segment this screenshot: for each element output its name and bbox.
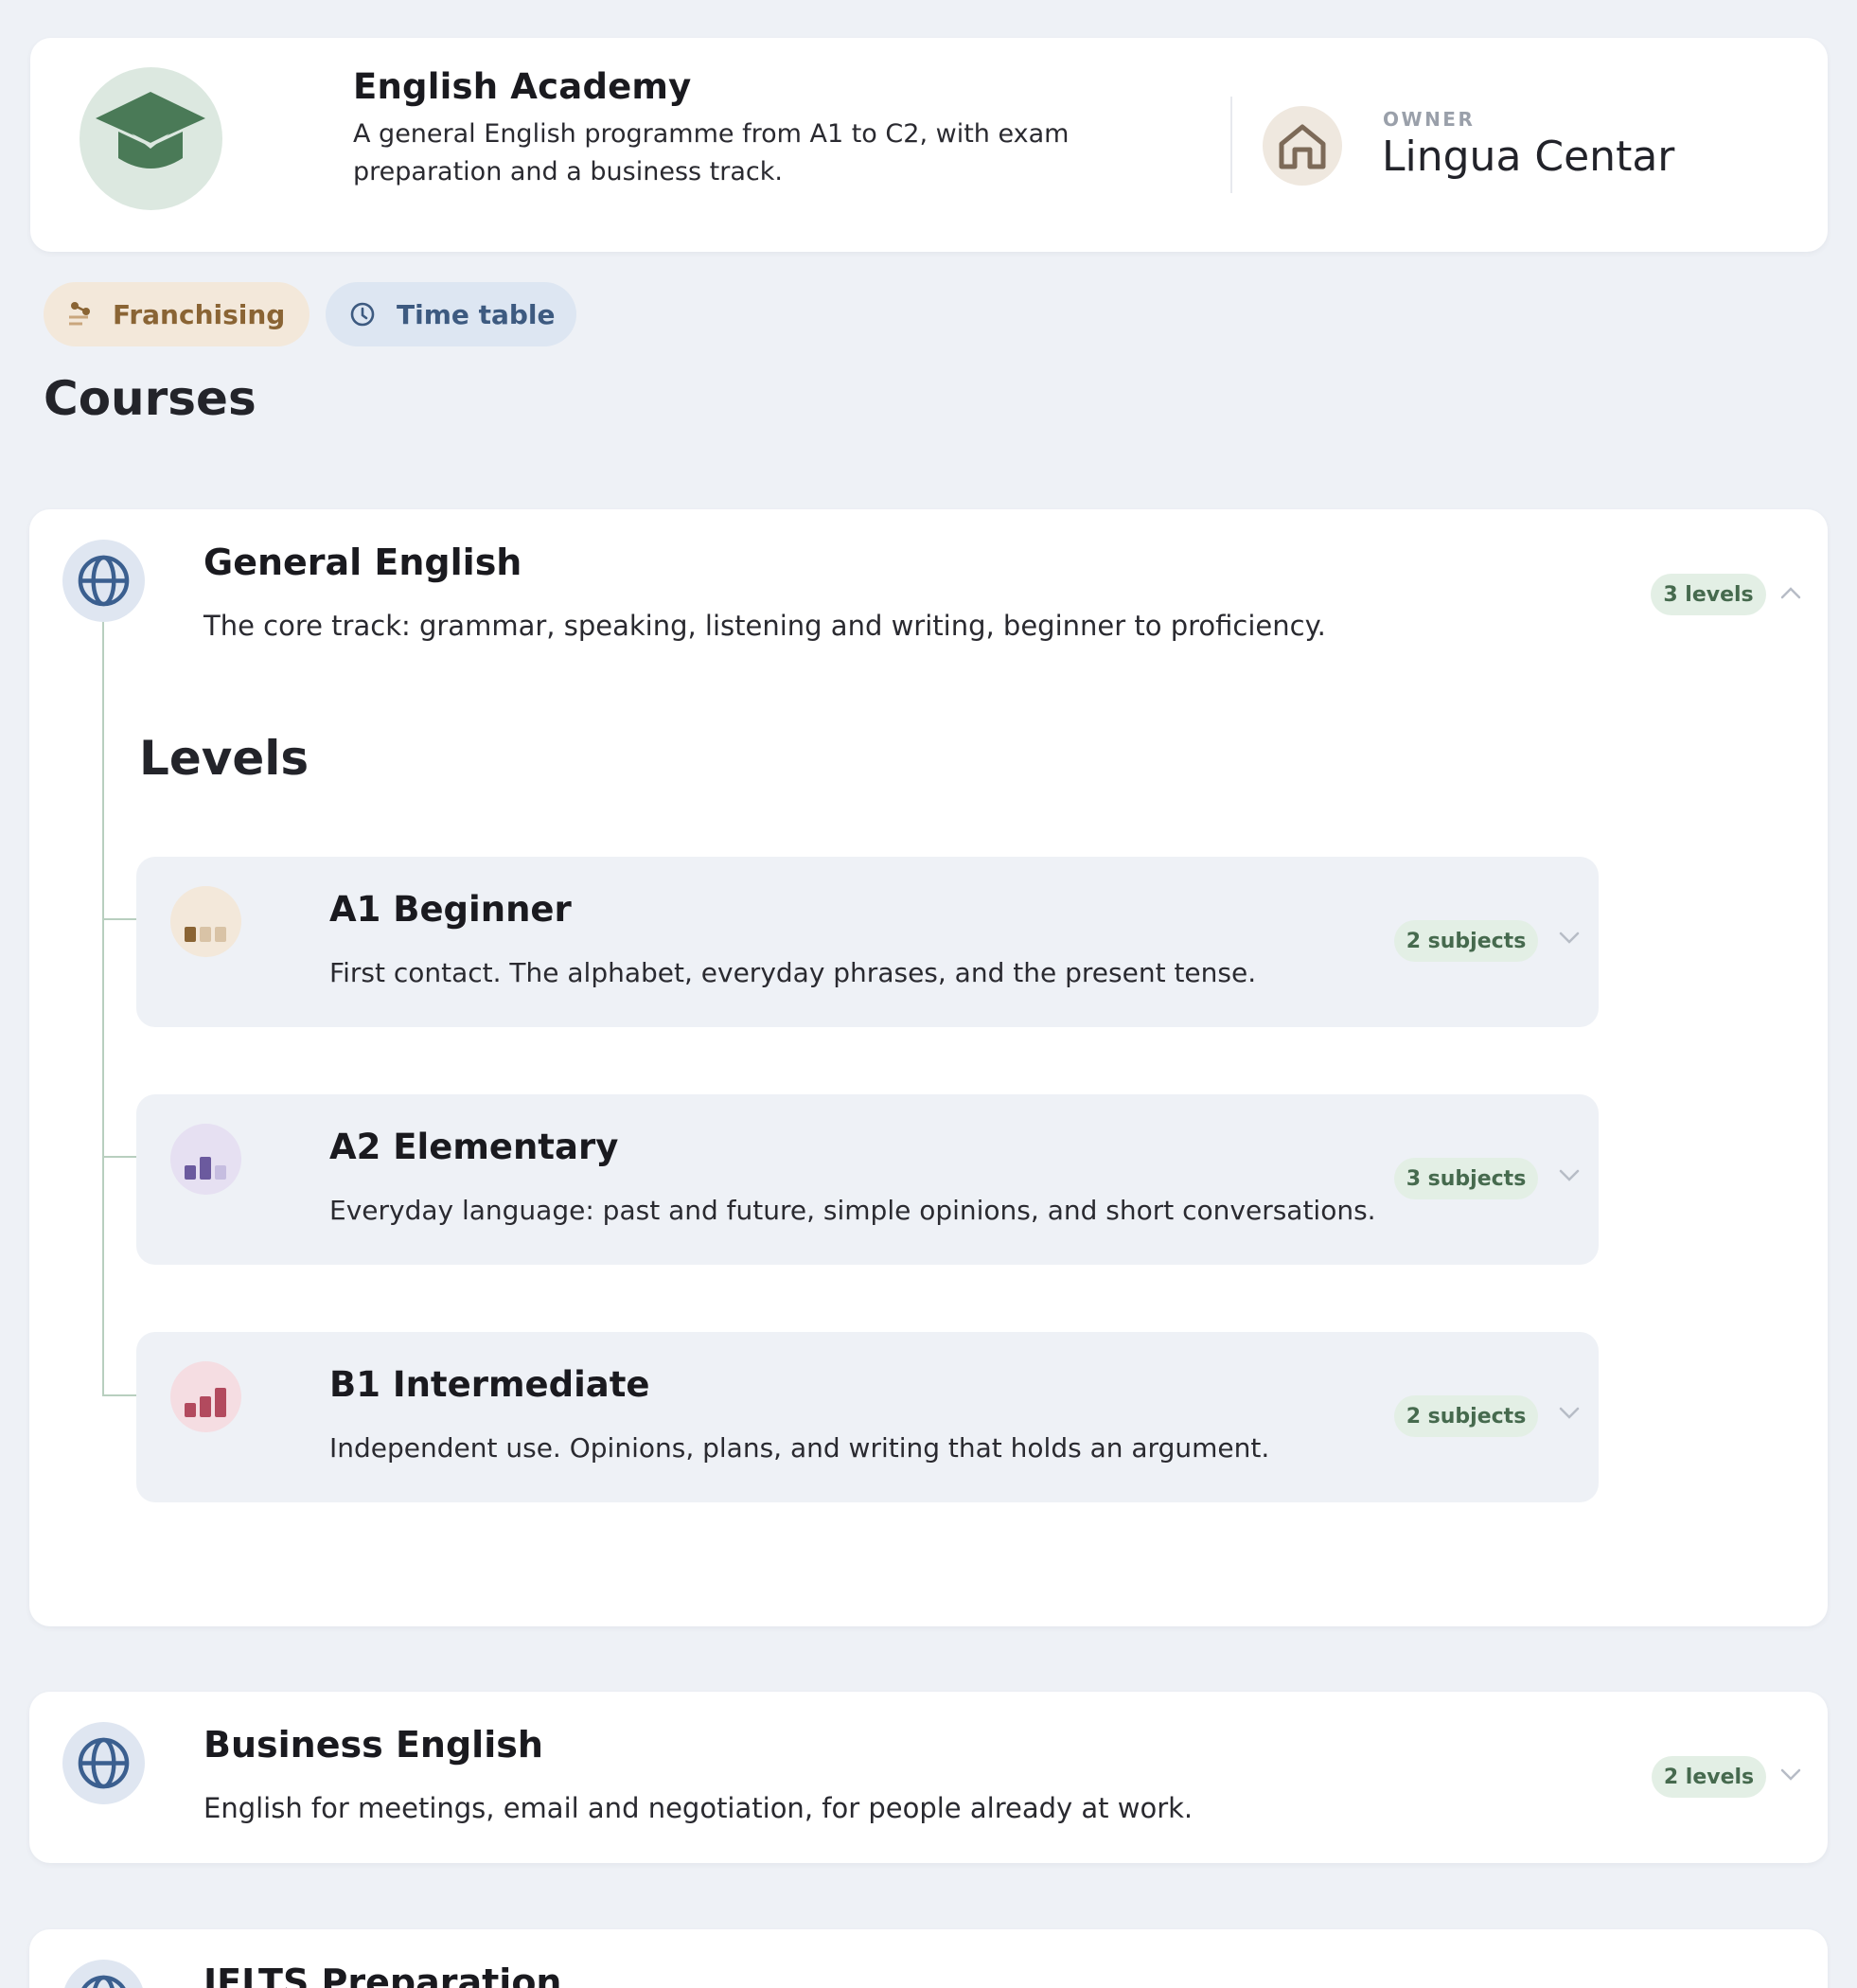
globe-icon — [78, 1737, 130, 1789]
levels-count-badge: 2 levels — [1652, 1756, 1766, 1798]
franchising-button[interactable]: Franchising — [44, 282, 310, 346]
level-icon-circle — [170, 1124, 241, 1195]
level-card-b1[interactable]: B1 Intermediate Independent use. Opinion… — [136, 1332, 1599, 1502]
owner-avatar — [1263, 106, 1342, 186]
levels-count-badge: 3 levels — [1651, 574, 1766, 615]
course-description: The core track: grammar, speaking, liste… — [203, 610, 1326, 642]
course-card-general-english[interactable]: General English The core track: grammar,… — [29, 509, 1828, 1626]
level-tree-branch — [102, 918, 136, 920]
level-icon-circle — [170, 886, 241, 957]
share-icon — [69, 302, 90, 326]
globe-icon — [78, 555, 130, 607]
subjects-count-badge: 3 subjects — [1394, 1158, 1538, 1199]
owner-name: Lingua Centar — [1382, 133, 1675, 181]
level-card-a2[interactable]: A2 Elementary Everyday language: past an… — [136, 1094, 1599, 1265]
level-title: A1 Beginner — [329, 889, 572, 930]
chevron-down-icon[interactable] — [1558, 1168, 1581, 1183]
graduation-cap-icon — [96, 92, 205, 169]
home-icon — [1279, 124, 1326, 169]
level-description: Everyday language: past and future, simp… — [329, 1195, 1376, 1226]
course-icon — [62, 540, 145, 622]
academy-description: A general English programme from A1 to C… — [353, 119, 1070, 186]
chevron-down-icon[interactable] — [1558, 1406, 1581, 1421]
courses-heading: Courses — [44, 371, 256, 426]
level-icon-circle — [170, 1361, 241, 1432]
globe-icon — [81, 1975, 126, 1988]
course-title: Business English — [203, 1724, 543, 1766]
header-divider — [1230, 97, 1232, 193]
level-description: First contact. The alphabet, everyday ph… — [329, 957, 1257, 988]
subjects-count-badge: 2 subjects — [1394, 920, 1538, 962]
level-bars-icon — [185, 1157, 226, 1180]
course-title: IELTS Preparation — [203, 1961, 562, 1988]
franchising-label: Franchising — [113, 298, 286, 330]
academy-header-card: English Academy A general English progra… — [30, 38, 1828, 252]
level-card-a1[interactable]: A1 Beginner First contact. The alphabet,… — [136, 857, 1599, 1027]
level-tree-line — [102, 622, 104, 1396]
level-description: Independent use. Opinions, plans, and wr… — [329, 1432, 1270, 1464]
course-card-ielts-preparation[interactable]: IELTS Preparation — [29, 1929, 1828, 1988]
subjects-count-badge: 2 subjects — [1394, 1395, 1538, 1437]
course-card-business-english[interactable]: Business English English for meetings, e… — [29, 1692, 1828, 1863]
clock-icon — [350, 302, 375, 327]
course-title: General English — [203, 541, 522, 583]
course-description: English for meetings, email and negotiat… — [203, 1792, 1194, 1824]
course-icon — [62, 1960, 145, 1988]
level-tree-branch — [102, 1156, 136, 1158]
academy-logo — [80, 67, 222, 210]
timetable-button[interactable]: Time table — [326, 282, 576, 346]
level-tree-branch — [102, 1394, 136, 1396]
chevron-up-icon[interactable] — [1779, 585, 1802, 600]
course-icon — [62, 1722, 145, 1804]
academy-title: English Academy — [353, 66, 692, 107]
owner-label: OWNER — [1383, 108, 1476, 131]
level-title: B1 Intermediate — [329, 1364, 650, 1405]
chevron-down-icon[interactable] — [1779, 1767, 1802, 1783]
chevron-down-icon[interactable] — [1558, 931, 1581, 946]
timetable-label: Time table — [397, 298, 556, 330]
level-bars-icon — [185, 1388, 226, 1417]
level-bars-icon — [185, 927, 226, 942]
level-title: A2 Elementary — [329, 1127, 619, 1167]
levels-heading: Levels — [139, 731, 310, 786]
